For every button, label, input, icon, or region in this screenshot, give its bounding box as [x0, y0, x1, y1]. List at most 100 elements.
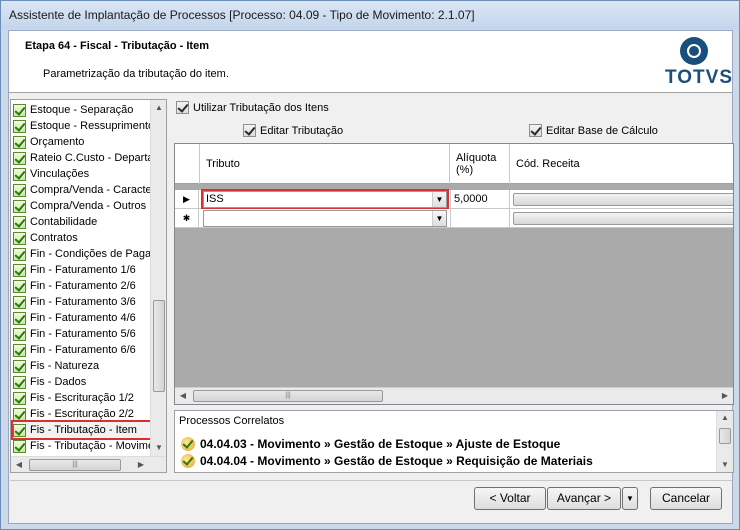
- title-bar[interactable]: Assistente de Implantação de Processos […: [1, 1, 739, 29]
- next-options-dropdown[interactable]: ▼: [622, 487, 638, 510]
- wizard-client: Etapa 64 - Fiscal - Tributação - Item Pa…: [8, 30, 734, 524]
- aliquota-cell[interactable]: 5,0000: [450, 190, 510, 209]
- window-title: Assistente de Implantação de Processos […: [9, 8, 475, 22]
- step-item[interactable]: Fin - Faturamento 2/6: [13, 278, 153, 294]
- scroll-right-arrow-icon[interactable]: ▶: [717, 388, 733, 404]
- tributo-combo[interactable]: ISS ▼: [201, 189, 449, 210]
- step-item[interactable]: Fis - Escrituração 2/2: [13, 406, 153, 422]
- scroll-left-arrow-icon[interactable]: ◀: [175, 388, 191, 404]
- step-item[interactable]: Orçamento: [13, 134, 153, 150]
- checkmark-icon: [13, 103, 26, 117]
- next-button[interactable]: Avançar >: [547, 487, 621, 510]
- column-header-aliquota[interactable]: Alíquota (%): [450, 144, 510, 184]
- step-label: Fis - Escrituração 2/2: [30, 408, 134, 420]
- step-item-selected[interactable]: Fis - Tributação - Item: [11, 420, 155, 440]
- dropdown-arrow-icon[interactable]: ▼: [432, 192, 446, 207]
- column-header-cod-receita[interactable]: Cód. Receita: [510, 144, 733, 184]
- step-item[interactable]: Fis - Natureza: [13, 358, 153, 374]
- step-item[interactable]: Estoque - Separação: [13, 102, 153, 118]
- scroll-thumb[interactable]: |||: [193, 390, 383, 402]
- step-label: Compra/Venda - Outros: [30, 200, 147, 212]
- dropdown-arrow-icon[interactable]: ▼: [432, 211, 446, 226]
- cod-receita-button[interactable]: [513, 193, 733, 206]
- cancel-button[interactable]: Cancelar: [650, 487, 722, 510]
- edit-base-checkbox[interactable]: Editar Base de Cálculo: [529, 124, 658, 137]
- scroll-up-arrow-icon[interactable]: ▲: [717, 411, 733, 425]
- taxation-grid[interactable]: Tributo Alíquota (%) Cód. Receita ▶ ISS …: [174, 143, 734, 405]
- step-item[interactable]: Fin - Faturamento 5/6: [13, 326, 153, 342]
- checkbox-checked-icon: [176, 101, 189, 114]
- step-item[interactable]: Fin - Faturamento 1/6: [13, 262, 153, 278]
- step-item[interactable]: Fin - Faturamento 4/6: [13, 310, 153, 326]
- totvs-logo-icon: [680, 37, 708, 65]
- step-item[interactable]: Vinculações: [13, 166, 153, 182]
- scroll-thumb[interactable]: [719, 428, 731, 444]
- step-item[interactable]: Fis - Escrituração 1/2: [13, 390, 153, 406]
- next-button-label: Avançar >: [556, 491, 612, 505]
- checkmark-icon: [13, 183, 26, 197]
- checkmark-icon: [13, 135, 26, 149]
- use-item-taxation-checkbox[interactable]: Utilizar Tributação dos Itens: [176, 101, 329, 114]
- checkmark-icon: [13, 407, 26, 421]
- step-label: Fin - Faturamento 2/6: [30, 280, 136, 292]
- tributo-combo[interactable]: ▼: [203, 210, 447, 227]
- step-label: Fin - Faturamento 3/6: [30, 296, 136, 308]
- step-label: Fin - Faturamento 4/6: [30, 312, 136, 324]
- steps-horizontal-scrollbar[interactable]: ◀ ||| ▶: [11, 456, 166, 472]
- checkmark-icon: [13, 391, 26, 405]
- step-item[interactable]: Fin - Faturamento 3/6: [13, 294, 153, 310]
- step-item[interactable]: Fin - Faturamento 6/6: [13, 342, 153, 358]
- step-item[interactable]: Fis - Tributação - Movimento: [13, 438, 153, 454]
- step-item[interactable]: Contabilidade: [13, 214, 153, 230]
- grid-horizontal-scrollbar[interactable]: ◀ ||| ▶: [175, 387, 733, 404]
- edit-taxation-label: Editar Tributação: [260, 124, 344, 137]
- checkmark-icon: [13, 119, 26, 133]
- step-label: Fin - Condições de Pagamento: [30, 248, 153, 260]
- checkmark-icon: [13, 327, 26, 341]
- step-item[interactable]: Compra/Venda - Outros: [13, 198, 153, 214]
- step-label: Estoque - Separação: [30, 104, 134, 116]
- checkmark-icon: [13, 311, 26, 325]
- step-label: Vinculações: [30, 168, 90, 180]
- checkbox-checked-icon: [243, 124, 256, 137]
- checkmark-icon: [13, 167, 26, 181]
- cancel-button-label: Cancelar: [661, 491, 711, 505]
- related-processes-title: Processos Correlatos: [179, 415, 285, 427]
- related-process-link[interactable]: 04.04.03 - Movimento » Gestão de Estoque…: [181, 437, 560, 451]
- related-process-link[interactable]: 04.04.04 - Movimento » Gestão de Estoque…: [181, 454, 593, 468]
- step-label: Fis - Tributação - Movimento: [30, 440, 153, 452]
- column-header-tributo[interactable]: Tributo: [200, 144, 450, 184]
- related-process-label: 04.04.03 - Movimento » Gestão de Estoque…: [200, 437, 561, 451]
- scroll-up-arrow-icon[interactable]: ▲: [151, 100, 166, 116]
- current-row-marker-icon: ▶: [175, 190, 199, 209]
- scroll-left-arrow-icon[interactable]: ◀: [11, 457, 27, 472]
- grid-row[interactable]: ▶ ISS ▼ 5,0000: [175, 189, 733, 210]
- scroll-thumb[interactable]: [153, 300, 165, 392]
- step-item[interactable]: Fis - Dados: [13, 374, 153, 390]
- step-item[interactable]: Rateio C.Custo - Departamento: [13, 150, 153, 166]
- step-item[interactable]: Estoque - Ressuprimento: [13, 118, 153, 134]
- scroll-right-arrow-icon[interactable]: ▶: [133, 457, 149, 472]
- scroll-thumb[interactable]: |||: [29, 459, 121, 471]
- wizard-window: Assistente de Implantação de Processos […: [0, 0, 740, 530]
- step-label: Fis - Natureza: [30, 360, 100, 372]
- related-vertical-scrollbar[interactable]: ▲ ▼: [716, 411, 733, 472]
- scroll-down-arrow-icon[interactable]: ▼: [151, 440, 166, 456]
- step-label: Fis - Dados: [30, 376, 87, 388]
- edit-taxation-checkbox[interactable]: Editar Tributação: [243, 124, 343, 137]
- step-label: Fis - Tributação - Item: [30, 424, 137, 436]
- step-item[interactable]: Compra/Venda - Características: [13, 182, 153, 198]
- step-label: Fis - Escrituração 1/2: [30, 392, 134, 404]
- steps-vertical-scrollbar[interactable]: ▲ ▼: [150, 100, 166, 456]
- back-button[interactable]: < Voltar: [474, 487, 546, 510]
- step-item[interactable]: Fin - Condições de Pagamento: [13, 246, 153, 262]
- grid-new-row[interactable]: ✱ ▼: [175, 209, 733, 228]
- cod-receita-button[interactable]: [513, 212, 733, 225]
- scroll-down-arrow-icon[interactable]: ▼: [717, 458, 733, 472]
- step-item[interactable]: Contratos: [13, 230, 153, 246]
- steps-list[interactable]: Estoque - Separação Estoque - Ressuprime…: [10, 99, 167, 473]
- step-label: Estoque - Ressuprimento: [30, 120, 153, 132]
- step-label: Rateio C.Custo - Departamento: [30, 152, 153, 164]
- aliquota-cell[interactable]: [450, 209, 510, 228]
- totvs-logo-text: TOTVS: [665, 67, 733, 88]
